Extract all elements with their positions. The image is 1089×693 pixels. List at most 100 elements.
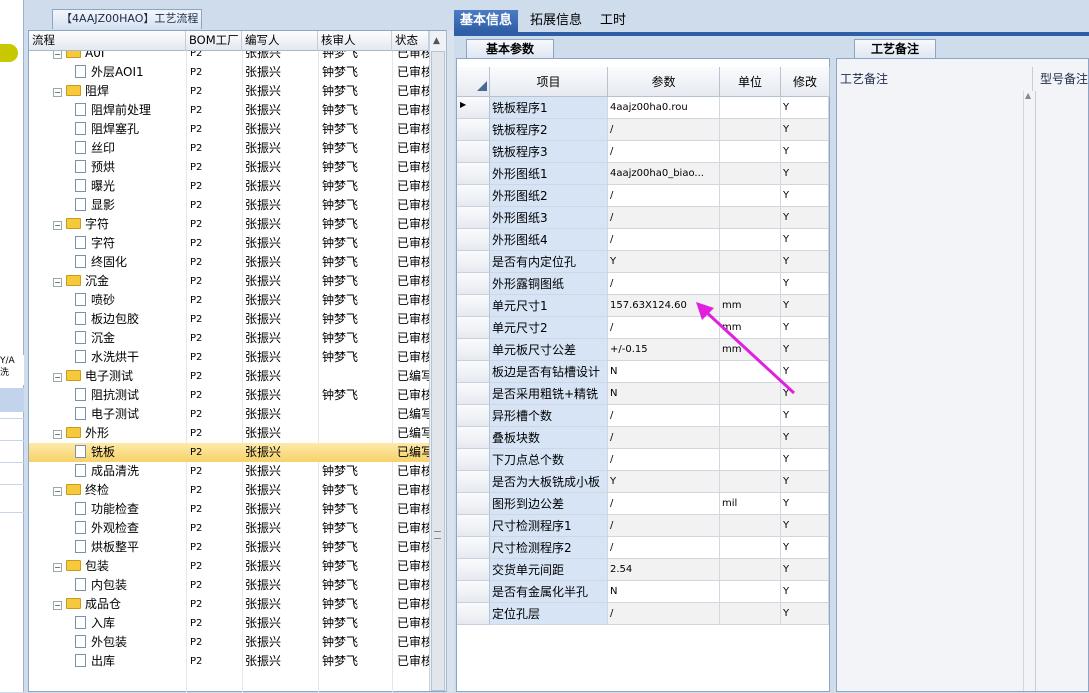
row-indicator[interactable] — [457, 273, 490, 295]
tree-scrollbar[interactable]: ▲ — [429, 31, 446, 691]
grid-row[interactable]: 下刀点总个数 / Y — [457, 449, 830, 471]
tree-row[interactable]: 阻抗测试 P2 张振兴 钟梦飞 已审核 — [29, 386, 429, 405]
tree-node[interactable]: − 阻焊 — [29, 82, 186, 101]
grid-col-param[interactable]: 参数 — [608, 67, 720, 97]
collapse-toggle-icon[interactable]: − — [53, 88, 62, 97]
scroll-up-icon[interactable]: ▲ — [1024, 91, 1035, 100]
param-cell[interactable]: / — [608, 207, 720, 229]
tree-node[interactable]: − 终检 — [29, 481, 186, 500]
tab-extended-info[interactable]: 拓展信息 — [524, 10, 588, 32]
tree-node[interactable]: 内包装 — [29, 576, 186, 595]
tree-node[interactable]: 烘板整平 — [29, 538, 186, 557]
row-indicator[interactable] — [457, 185, 490, 207]
modify-cell[interactable]: Y — [781, 251, 829, 273]
row-indicator[interactable] — [457, 537, 490, 559]
modify-cell[interactable]: Y — [781, 603, 829, 625]
unit-cell[interactable] — [720, 163, 781, 185]
unit-cell[interactable]: mil — [720, 493, 781, 515]
tree-node[interactable]: 水洗烘干 — [29, 348, 186, 367]
tree-row[interactable]: 预烘 P2 张振兴 钟梦飞 已审核 — [29, 158, 429, 177]
param-cell[interactable]: 2.54 — [608, 559, 720, 581]
tree-node[interactable]: 阻焊塞孔 — [29, 120, 186, 139]
modify-cell[interactable]: Y — [781, 119, 829, 141]
tree-row[interactable]: 曝光 P2 张振兴 钟梦飞 已审核 — [29, 177, 429, 196]
tree-row[interactable]: 功能检查 P2 张振兴 钟梦飞 已审核 — [29, 500, 429, 519]
modify-cell[interactable]: Y — [781, 163, 829, 185]
tree-row[interactable]: 入库 P2 张振兴 钟梦飞 已审核 — [29, 614, 429, 633]
grid-row[interactable]: 铣板程序3/ Y — [457, 141, 830, 163]
tree-row[interactable]: − 终检 P2 张振兴 钟梦飞 已审核 — [29, 481, 429, 500]
modify-cell[interactable]: Y — [781, 493, 829, 515]
tree-node[interactable]: − 电子测试 — [29, 367, 186, 386]
collapse-toggle-icon[interactable]: − — [53, 51, 62, 59]
row-indicator[interactable] — [457, 603, 490, 625]
tree-col-reviewer[interactable]: 核审人 — [318, 31, 392, 51]
unit-cell[interactable] — [720, 471, 781, 493]
tree-row[interactable]: − 沉金 P2 张振兴 钟梦飞 已审核 — [29, 272, 429, 291]
row-indicator[interactable] — [457, 361, 490, 383]
tree-row[interactable]: − 电子测试 P2 张振兴 已编写 — [29, 367, 429, 386]
grid-row[interactable]: 是否有内定位孔 Y Y — [457, 251, 830, 273]
tree-node[interactable]: 功能检查 — [29, 500, 186, 519]
unit-cell[interactable] — [720, 97, 781, 119]
tree-row[interactable]: 出库 P2 张振兴 钟梦飞 已审核 — [29, 652, 429, 671]
param-cell[interactable]: / — [608, 427, 720, 449]
unit-cell[interactable] — [720, 603, 781, 625]
row-indicator[interactable] — [457, 163, 490, 185]
tree-row[interactable]: 终固化 P2 张振兴 钟梦飞 已审核 — [29, 253, 429, 272]
row-indicator[interactable] — [457, 339, 490, 361]
param-cell[interactable]: / — [608, 273, 720, 295]
grid-row[interactable]: 外形图纸2/ Y — [457, 185, 830, 207]
collapse-toggle-icon[interactable]: − — [53, 373, 62, 382]
modify-cell[interactable]: Y — [781, 185, 829, 207]
collapse-toggle-icon[interactable]: − — [53, 487, 62, 496]
tree-row[interactable]: 板边包胶 P2 张振兴 钟梦飞 已审核 — [29, 310, 429, 329]
tree-node[interactable]: 喷砂 — [29, 291, 186, 310]
tree-node[interactable]: 阻焊前处理 — [29, 101, 186, 120]
tree-node[interactable]: 预烘 — [29, 158, 186, 177]
row-indicator[interactable] — [457, 493, 490, 515]
collapse-toggle-icon[interactable]: − — [53, 430, 62, 439]
tree-col-status[interactable]: 状态 — [392, 31, 429, 51]
tree-title-tab[interactable]: 【4AAJZ00HAO】工艺流程 — [52, 9, 202, 29]
collapse-toggle-icon[interactable]: − — [53, 278, 62, 287]
unit-cell[interactable] — [720, 141, 781, 163]
notes-scrollbar[interactable]: ▲ — [1023, 91, 1035, 691]
tree-row[interactable]: 外层AOI1 P2 张振兴 钟梦飞 已审核 — [29, 63, 429, 82]
grid-row[interactable]: 铣板程序2/ Y — [457, 119, 830, 141]
tab-basic-params[interactable]: 基本参数 — [466, 39, 554, 59]
modify-cell[interactable]: Y — [781, 581, 829, 603]
grid-row[interactable]: 外形图纸1 4aajz00ha0_biao... Y — [457, 163, 830, 185]
tree-node[interactable]: − 字符 — [29, 215, 186, 234]
grid-col-item[interactable]: 项目 — [490, 67, 608, 97]
unit-cell[interactable] — [720, 515, 781, 537]
tree-col-writer[interactable]: 编写人 — [242, 31, 318, 51]
tree-row[interactable]: − 成品仓 P2 张振兴 钟梦飞 已审核 — [29, 595, 429, 614]
tree-col-process[interactable]: 流程 — [29, 31, 186, 51]
param-cell[interactable]: / — [608, 185, 720, 207]
tree-node[interactable]: − 包装 — [29, 557, 186, 576]
param-cell[interactable]: Y — [608, 251, 720, 273]
param-cell[interactable]: / — [608, 229, 720, 251]
tree-node[interactable]: 入库 — [29, 614, 186, 633]
tree-node[interactable]: 沉金 — [29, 329, 186, 348]
unit-cell[interactable] — [720, 119, 781, 141]
row-indicator[interactable] — [457, 317, 490, 339]
row-indicator[interactable] — [457, 427, 490, 449]
unit-cell[interactable] — [720, 273, 781, 295]
unit-cell[interactable] — [720, 559, 781, 581]
tree-node[interactable]: 板边包胶 — [29, 310, 186, 329]
unit-cell[interactable] — [720, 449, 781, 471]
tree-col-bom[interactable]: BOM工厂 — [186, 31, 242, 51]
grid-row[interactable]: 尺寸检测程序1/ Y — [457, 515, 830, 537]
grid-row[interactable]: 定位孔层 / Y — [457, 603, 830, 625]
collapse-toggle-icon[interactable]: − — [53, 563, 62, 572]
tree-row[interactable]: 内包装 P2 张振兴 钟梦飞 已审核 — [29, 576, 429, 595]
row-indicator[interactable] — [457, 471, 490, 493]
tree-node[interactable]: 丝印 — [29, 139, 186, 158]
tree-row[interactable]: 喷砂 P2 张振兴 钟梦飞 已审核 — [29, 291, 429, 310]
modify-cell[interactable]: Y — [781, 515, 829, 537]
unit-cell[interactable] — [720, 427, 781, 449]
tree-row[interactable]: 成品清洗 P2 张振兴 钟梦飞 已审核 — [29, 462, 429, 481]
param-cell[interactable]: / — [608, 537, 720, 559]
